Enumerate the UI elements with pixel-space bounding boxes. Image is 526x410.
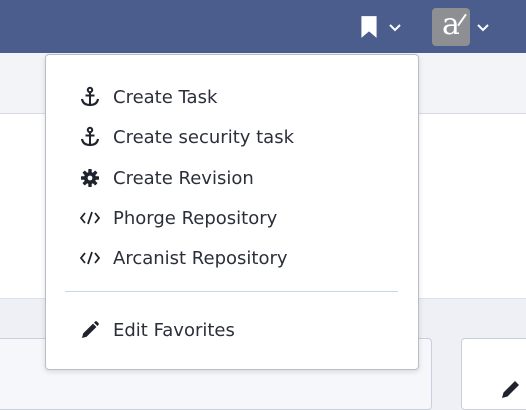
menu-item-label: Phorge Repository bbox=[113, 207, 278, 229]
menu-item-create-revision[interactable]: Create Revision bbox=[46, 159, 418, 197]
menu-item-label: Create Task bbox=[113, 86, 218, 108]
menu-item-label: Arcanist Repository bbox=[113, 247, 288, 269]
chevron-down-icon bbox=[477, 23, 489, 31]
menu-item-label: Create Revision bbox=[113, 167, 254, 189]
top-navigation-bar: a bbox=[0, 0, 526, 53]
code-icon bbox=[79, 247, 101, 269]
pencil-icon bbox=[502, 381, 519, 398]
edit-button[interactable] bbox=[461, 338, 526, 410]
menu-item-label: Create security task bbox=[113, 126, 295, 148]
user-menu-button[interactable]: a bbox=[428, 0, 500, 53]
favorites-menu-button[interactable] bbox=[352, 0, 412, 53]
code-icon bbox=[79, 207, 101, 229]
menu-item-phorge-repository[interactable]: Phorge Repository bbox=[46, 199, 418, 237]
favorites-dropdown-menu: Create Task Create security task Create … bbox=[45, 54, 419, 370]
menu-item-edit-favorites[interactable]: Edit Favorites bbox=[46, 311, 418, 349]
pencil-icon bbox=[79, 319, 101, 341]
bookmark-icon bbox=[361, 15, 377, 38]
menu-item-arcanist-repository[interactable]: Arcanist Repository bbox=[46, 239, 418, 277]
menu-item-create-security-task[interactable]: Create security task bbox=[46, 118, 418, 156]
menu-divider bbox=[65, 291, 398, 292]
anchor-icon bbox=[79, 126, 101, 148]
anchor-icon bbox=[79, 86, 101, 108]
chevron-down-icon bbox=[389, 23, 401, 31]
menu-item-label: Edit Favorites bbox=[113, 319, 235, 341]
avatar: a bbox=[432, 7, 470, 46]
gear-icon bbox=[79, 167, 101, 189]
menu-item-create-task[interactable]: Create Task bbox=[46, 78, 418, 116]
